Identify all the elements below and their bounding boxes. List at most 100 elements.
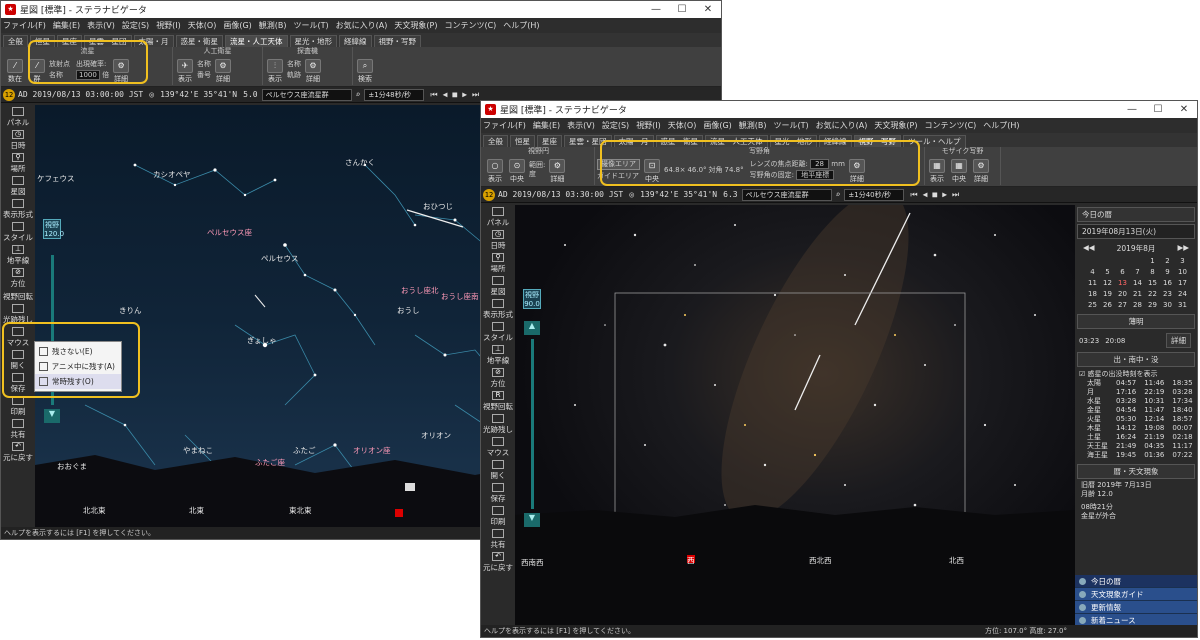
probe-name-toggle[interactable]: 名称 (287, 60, 301, 69)
menu-phenomena[interactable]: 天文現象(P) (874, 120, 917, 131)
zoom-up-button[interactable]: ▲ (524, 321, 540, 335)
location-button[interactable]: ⚲ 場所 (2, 153, 34, 174)
menu-file[interactable]: ファイル(F) (483, 120, 526, 131)
calendar-day[interactable]: 31 (1176, 300, 1189, 310)
zoom-slider[interactable] (531, 339, 534, 509)
mosaic-show-button[interactable]: ▦ 表示 (927, 156, 947, 184)
horizon-button[interactable]: ⊥ 地平線 (2, 245, 34, 266)
tab-planets[interactable]: 惑星・衛星 (175, 35, 223, 47)
calendar-day[interactable]: 21 (1131, 289, 1144, 299)
calendar-day-today[interactable]: 13 (1116, 278, 1129, 288)
display-mode-button[interactable]: 表示形式 (2, 199, 34, 220)
calendar-day[interactable]: 12 (1101, 278, 1114, 288)
search-icon[interactable]: ⌕ (356, 90, 361, 99)
tab-meteors[interactable]: 流星・人工天体 (225, 35, 288, 47)
print-button[interactable]: 印刷 (482, 506, 514, 527)
speed-select[interactable]: ±1分40秒/秒 (844, 188, 905, 201)
datetime-button[interactable]: ◷ 日時 (482, 230, 514, 251)
direction-button[interactable]: ⊘ 方位 (482, 368, 514, 389)
calendar-day[interactable]: 2 (1161, 256, 1174, 266)
menu-contents[interactable]: コンテンツ(C) (924, 120, 976, 131)
chart-button[interactable]: 星図 (2, 176, 34, 197)
style-button[interactable]: スタイル (482, 322, 514, 343)
tab-constellations[interactable]: 星座 (537, 135, 562, 147)
calendar-day[interactable]: 11 (1086, 278, 1099, 288)
calendar-day[interactable]: 6 (1116, 267, 1129, 277)
menu-object[interactable]: 天体(O) (188, 20, 217, 31)
prev-month-button[interactable]: ◀◀ (1083, 243, 1095, 254)
object-select[interactable]: ペルセウス座流星群 (741, 188, 832, 201)
menu-favorites[interactable]: お気に入り(A) (336, 20, 388, 31)
star-chart[interactable]: 西南西 西 西北西 北西 視野 90.0 ▲ ▼ (515, 205, 1075, 627)
tab-stars[interactable]: 恒星 (510, 135, 535, 147)
menu-object[interactable]: 天体(O) (668, 120, 697, 131)
mouse-button[interactable]: マウス (482, 437, 514, 458)
open-button[interactable]: 開く (482, 460, 514, 481)
print-button[interactable]: 印刷 (2, 396, 34, 417)
tab-gridlines[interactable]: 経緯線 (339, 35, 372, 47)
menu-tools[interactable]: ツール(T) (774, 120, 809, 131)
calendar-day[interactable]: 4 (1086, 267, 1099, 277)
current-button[interactable]: ⁄ 数在 (5, 56, 25, 84)
coord-display[interactable]: 139°42'E 35°41'N (160, 90, 237, 99)
menu-help[interactable]: ヘルプ(H) (983, 120, 1019, 131)
probe-orbit-toggle[interactable]: 軌跡 (287, 71, 301, 80)
calendar-day[interactable]: 27 (1116, 300, 1129, 310)
direction-button[interactable]: ⊘ 方位 (2, 268, 34, 289)
calendar-day[interactable]: 16 (1161, 278, 1174, 288)
menu-favorites[interactable]: お気に入り(A) (816, 120, 868, 131)
tab-general[interactable]: 全般 (483, 135, 508, 147)
trail-button[interactable]: 光跡残し (482, 414, 514, 435)
panel-button[interactable]: パネル (482, 207, 514, 228)
menu-observe[interactable]: 観測(B) (739, 120, 767, 131)
rotate-button[interactable]: R 視野回転 (482, 391, 514, 412)
satellite-show-button[interactable]: ✈ 表示 (175, 56, 195, 84)
calendar-day[interactable]: 26 (1101, 300, 1114, 310)
calendar-day[interactable]: 30 (1161, 300, 1174, 310)
tab-fov[interactable]: 視野・写野 (373, 35, 421, 47)
style-button[interactable]: スタイル (2, 222, 34, 243)
tab-general[interactable]: 全般 (3, 35, 28, 47)
menu-file[interactable]: ファイル(F) (3, 20, 46, 31)
menu-image[interactable]: 画像(G) (703, 120, 731, 131)
calendar-day[interactable]: 3 (1176, 256, 1189, 266)
calendar-day[interactable]: 19 (1101, 289, 1114, 299)
menu-settings[interactable]: 設定(S) (122, 20, 149, 31)
menu-help[interactable]: ヘルプ(H) (503, 20, 539, 31)
playback-controls[interactable]: ⏮◀■▶⏭ (430, 90, 484, 100)
search-button[interactable]: ⌕ 検索 (355, 56, 375, 84)
menu-tools[interactable]: ツール(T) (294, 20, 329, 31)
calendar-day[interactable]: 5 (1101, 267, 1114, 277)
minimize-button[interactable]: — (1119, 104, 1145, 115)
satellite-detail-button[interactable]: ⚙ 詳細 (213, 56, 233, 84)
undo-button[interactable]: ↶ 元に戻す (2, 442, 34, 463)
chart-button[interactable]: 星図 (482, 276, 514, 297)
menu-image[interactable]: 画像(G) (223, 20, 251, 31)
date-display[interactable]: AD 2019/08/13 03:00:00 JST (18, 90, 143, 99)
calendar-day[interactable]: 22 (1146, 289, 1159, 299)
horizon-button[interactable]: ⊥ 地平線 (482, 345, 514, 366)
view-detail-button[interactable]: ⚙ 詳細 (547, 156, 567, 184)
close-button[interactable]: ✕ (1171, 104, 1197, 115)
datetime-button[interactable]: ◷ 日時 (2, 130, 34, 151)
calendar-day[interactable]: 29 (1146, 300, 1159, 310)
menu-contents[interactable]: コンテンツ(C) (444, 20, 496, 31)
calendar-day[interactable]: 15 (1146, 278, 1159, 288)
menu-fov[interactable]: 視野(I) (636, 120, 661, 131)
menu-fov[interactable]: 視野(I) (156, 20, 181, 31)
calendar-day[interactable]: 1 (1146, 256, 1159, 266)
playback-controls[interactable]: ⏮◀■▶⏭ (910, 190, 964, 200)
satellite-name-toggle[interactable]: 名称 (197, 60, 211, 69)
calendar-day[interactable]: 7 (1131, 267, 1144, 277)
menu-edit[interactable]: 編集(E) (533, 120, 560, 131)
probe-show-button[interactable]: ⫶ 表示 (265, 56, 285, 84)
link-guide[interactable]: 天文現象ガイド (1075, 588, 1197, 601)
close-button[interactable]: ✕ (695, 4, 721, 15)
calendar-day[interactable]: 20 (1116, 289, 1129, 299)
calendar-day[interactable]: 28 (1131, 300, 1144, 310)
calendar-day[interactable]: 25 (1086, 300, 1099, 310)
zoom-down-button[interactable]: ▼ (44, 409, 60, 423)
maximize-button[interactable]: ☐ (1145, 104, 1171, 115)
menu-settings[interactable]: 設定(S) (602, 120, 629, 131)
view-show-button[interactable]: ○ 表示 (485, 156, 505, 184)
